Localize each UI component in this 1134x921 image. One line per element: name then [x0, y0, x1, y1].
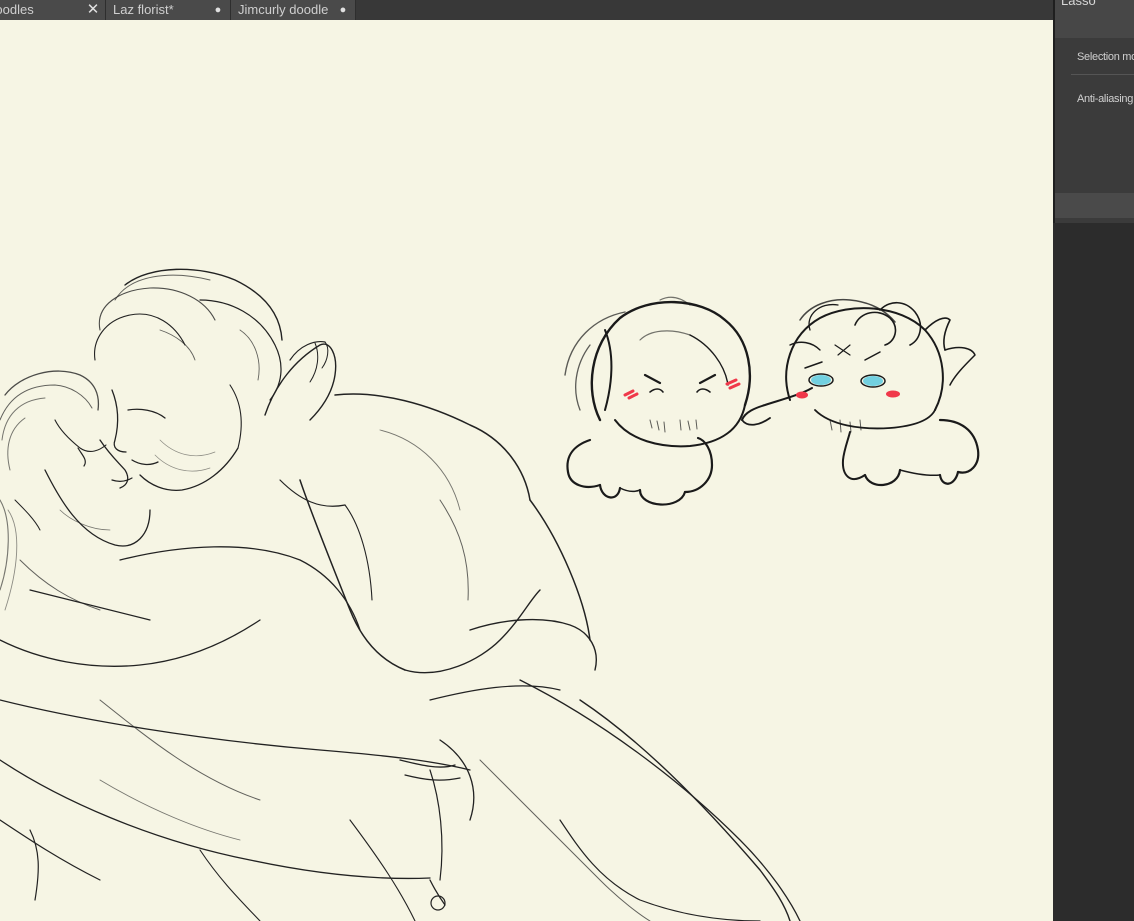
selection-mode-label[interactable]: Selection mode	[1077, 51, 1134, 63]
tool-panel-title: Lasso	[1061, 0, 1096, 8]
chibi-right-blush	[796, 390, 900, 399]
tab-label: Doodles	[0, 2, 34, 17]
tab-laz-florist[interactable]: Laz florist* ●	[106, 0, 231, 20]
anti-aliasing-label[interactable]: Anti-aliasing	[1077, 93, 1133, 105]
drawing-canvas[interactable]	[0, 20, 1053, 921]
close-icon[interactable]: ✕	[86, 0, 100, 20]
panel-divider	[1071, 74, 1134, 75]
pencil-sketch	[0, 268, 801, 921]
tool-panel-footer	[1055, 193, 1134, 218]
tab-label: Jimcurly doodle	[238, 2, 329, 17]
document-tab-bar: Doodles ✕ Laz florist* ● Jimcurly doodle…	[0, 0, 1134, 20]
tab-label: Laz florist*	[113, 2, 174, 17]
canvas-artwork	[0, 268, 980, 921]
tool-panel-header: Lasso	[1055, 0, 1134, 38]
chibi-doodle-left	[564, 296, 752, 506]
tool-property-panel: Lasso Selection mode Anti-aliasing	[1053, 0, 1134, 223]
tab-doodles[interactable]: Doodles ✕	[0, 0, 106, 20]
chibi-left-blush	[623, 378, 741, 400]
chibi-doodle-right	[741, 298, 980, 486]
unsaved-dot-icon[interactable]: ●	[211, 0, 225, 20]
chibi-right-eyes	[811, 375, 883, 386]
unsaved-dot-icon[interactable]: ●	[336, 0, 350, 20]
tab-jimcurly-doodle[interactable]: Jimcurly doodle ●	[231, 0, 356, 20]
